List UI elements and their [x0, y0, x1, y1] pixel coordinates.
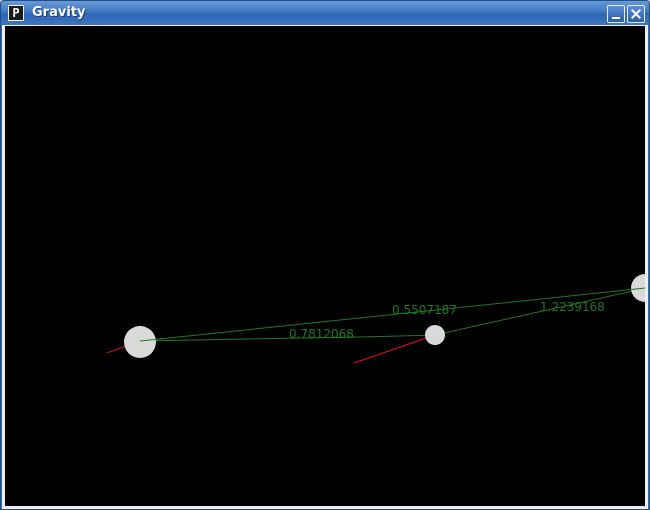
title-bar[interactable]: P Gravity [1, 1, 649, 25]
app-icon[interactable]: P [8, 5, 24, 21]
window-title: Gravity [32, 5, 86, 20]
close-button[interactable] [627, 5, 645, 23]
velocity-middle [353, 334, 436, 364]
distance-label-left-right: 0.5507187 [392, 303, 457, 317]
body-middle [425, 325, 445, 345]
distance-label-middle-right: 1.2239168 [540, 300, 605, 314]
simulation-svg: 0.5507187 0.7812068 1.2239168 [106, 274, 645, 364]
simulation-canvas[interactable]: 0.5507187 0.7812068 1.2239168 [5, 26, 645, 506]
body-left [124, 326, 156, 358]
minimize-button[interactable] [607, 5, 625, 23]
distance-label-left-middle: 0.7812068 [289, 327, 354, 341]
gravity-window: P Gravity 0.5507187 0.7812068 1.2239168 [0, 0, 650, 510]
